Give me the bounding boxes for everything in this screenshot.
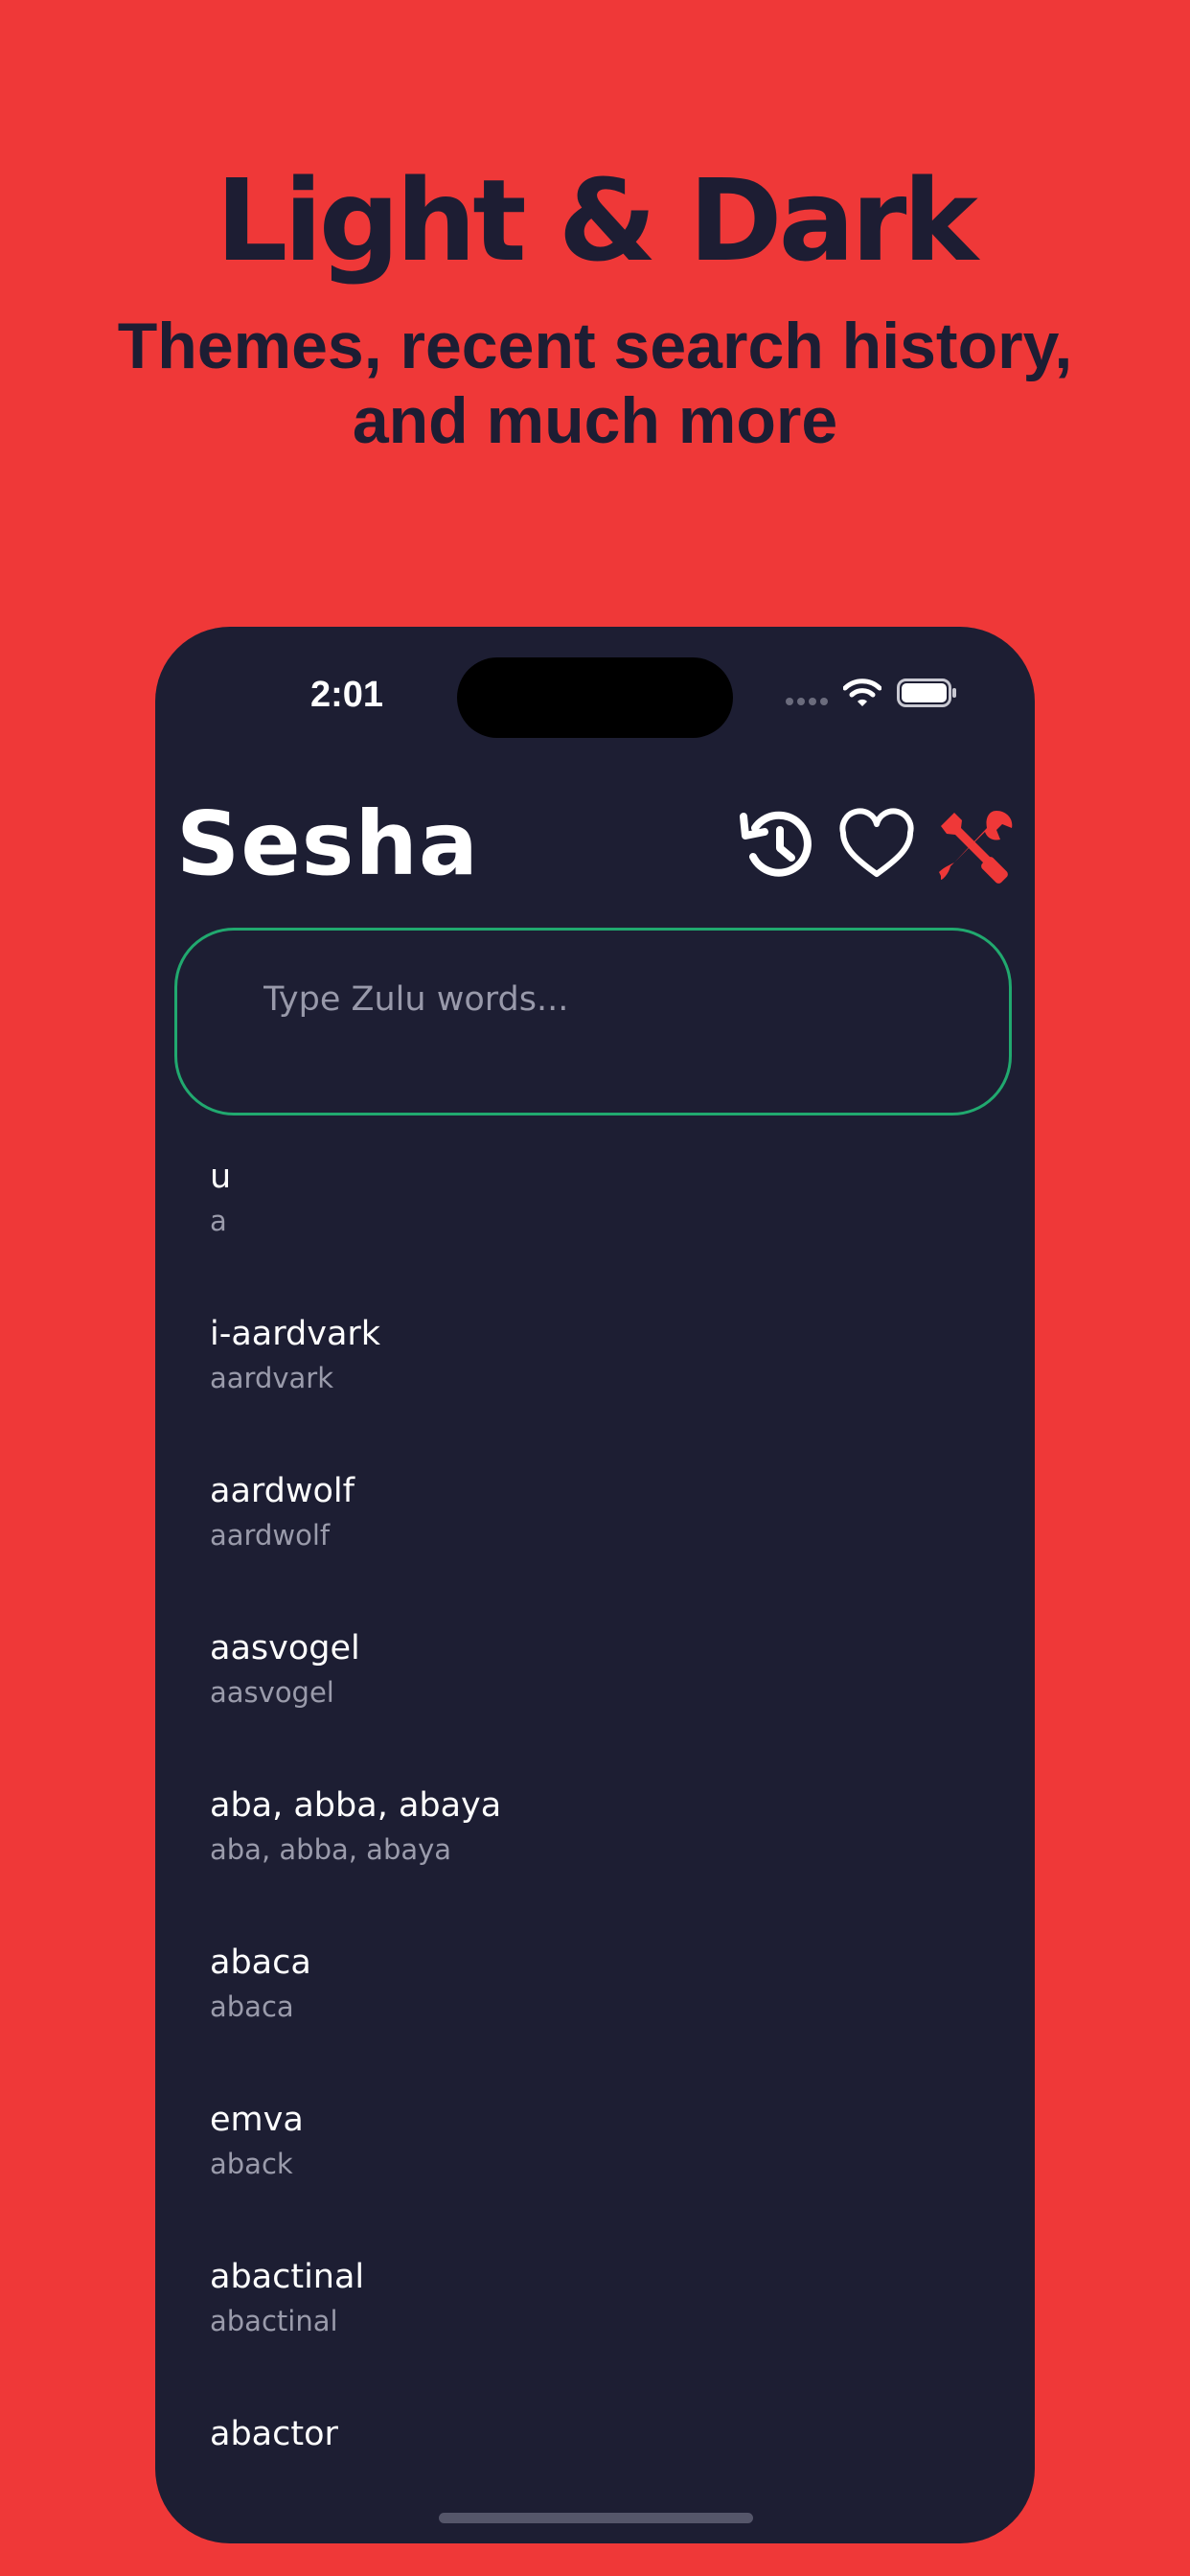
result-word: abactor [210, 2415, 338, 2453]
list-item[interactable]: abactinal abactinal [210, 2256, 976, 2380]
list-item[interactable]: emva aback [210, 2099, 976, 2223]
result-translation: a [210, 1205, 227, 1237]
tools-icon [939, 811, 1013, 884]
status-time: 2:01 [309, 675, 384, 715]
result-word: i-aardvark [210, 1315, 381, 1353]
list-item[interactable]: u a [210, 1156, 976, 1280]
result-word: abactinal [210, 2258, 365, 2296]
result-translation: aardvark [210, 1362, 334, 1394]
tools-button[interactable] [937, 807, 1016, 886]
promo-subline-line-1: Themes, recent search history, [117, 310, 1073, 382]
result-word: aardwolf [210, 1472, 355, 1510]
list-item[interactable]: i-aardvark aardvark [210, 1313, 976, 1438]
list-item[interactable]: aardwolf aardwolf [210, 1470, 976, 1595]
search-input[interactable] [263, 971, 973, 1028]
promo-subline-line-2: and much more [352, 384, 838, 457]
result-translation: aba, abba, abaya [210, 1833, 452, 1866]
promo-headline: Light & Dark [216, 154, 978, 287]
list-item[interactable]: abaca abaca [210, 1942, 976, 2066]
battery-icon [897, 678, 956, 707]
list-item[interactable]: aba, abba, abaya aba, abba, abaya [210, 1784, 976, 1909]
result-translation: aback [210, 2148, 293, 2180]
search-box[interactable] [174, 928, 1012, 1116]
result-word: abaca [210, 1944, 311, 1982]
history-button[interactable] [738, 807, 816, 886]
result-translation: aasvogel [210, 1676, 334, 1709]
home-indicator[interactable] [439, 2513, 753, 2523]
result-word: aasvogel [210, 1629, 360, 1668]
favorites-button[interactable] [837, 807, 916, 886]
result-word: aba, abba, abaya [210, 1786, 502, 1825]
result-translation: abactinal [210, 2305, 338, 2337]
result-translation: abaca [210, 1990, 294, 2023]
history-icon [740, 811, 812, 877]
promo-subline: Themes, recent search history, and much … [57, 309, 1133, 458]
app-title: Sesha [176, 793, 479, 895]
heart-icon [839, 808, 914, 877]
result-word: emva [210, 2101, 304, 2139]
list-item[interactable]: aasvogel aasvogel [210, 1627, 976, 1752]
dynamic-island [457, 657, 733, 738]
phone-screen: 2:01 Sesha u [155, 627, 1035, 2543]
cellular-signal-icon [786, 698, 828, 705]
wifi-icon [843, 678, 881, 706]
result-word: u [210, 1158, 232, 1196]
result-translation: aardwolf [210, 1519, 331, 1552]
